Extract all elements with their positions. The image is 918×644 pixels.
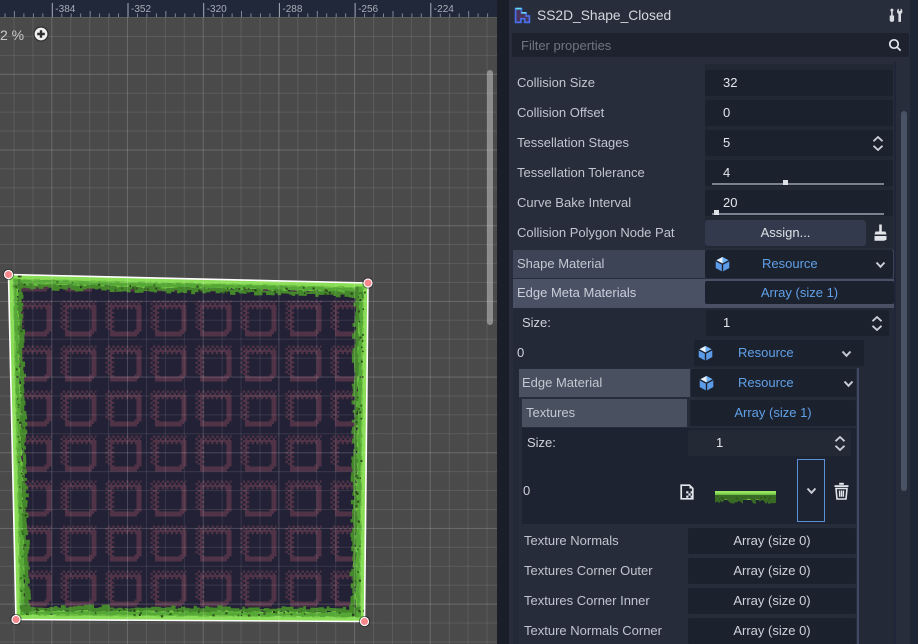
svg-text:-320: -320	[207, 4, 227, 15]
svg-text:-288: -288	[282, 4, 302, 15]
svg-text:-256: -256	[358, 4, 378, 15]
svg-text:-352: -352	[131, 4, 151, 15]
svg-text:-224: -224	[434, 4, 454, 15]
svg-text:-384: -384	[55, 4, 75, 15]
